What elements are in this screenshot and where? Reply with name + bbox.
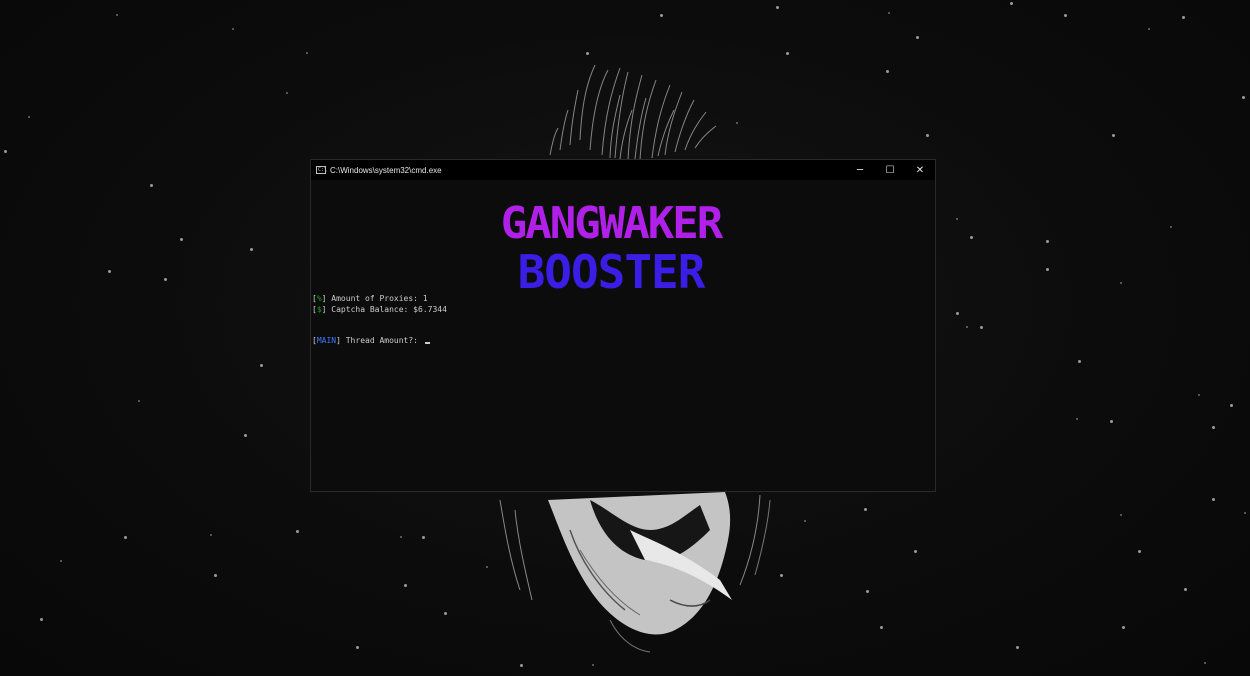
- star: [1204, 662, 1206, 664]
- star: [138, 400, 140, 402]
- star: [1010, 2, 1013, 5]
- star: [1212, 498, 1215, 501]
- captcha-text: Captcha Balance: $6.7344: [326, 305, 447, 314]
- star: [956, 312, 959, 315]
- thread-prompt-line[interactable]: [MAIN] Thread Amount?:: [312, 336, 430, 346]
- star: [286, 92, 288, 94]
- star: [1212, 426, 1215, 429]
- star: [970, 236, 973, 239]
- star: [1182, 16, 1185, 19]
- star: [250, 248, 253, 251]
- star: [116, 14, 118, 16]
- star: [210, 534, 212, 536]
- star: [956, 218, 958, 220]
- star: [660, 14, 663, 17]
- star: [1138, 550, 1141, 553]
- star: [60, 560, 62, 562]
- star: [1064, 14, 1067, 17]
- main-tag: MAIN: [316, 336, 337, 345]
- desktop: C:\ C:\Windows\system32\cmd.exe ─ ☐ ✕ GA…: [0, 0, 1250, 676]
- star: [804, 520, 806, 522]
- star: [1120, 514, 1122, 516]
- window-controls: ─ ☐ ✕: [845, 160, 935, 180]
- star: [1112, 134, 1115, 137]
- window-title: C:\Windows\system32\cmd.exe: [330, 165, 442, 175]
- star: [180, 238, 183, 241]
- star: [422, 536, 425, 539]
- cmd-window[interactable]: C:\ C:\Windows\system32\cmd.exe ─ ☐ ✕ GA…: [310, 159, 936, 492]
- star: [404, 584, 407, 587]
- minimize-button[interactable]: ─: [845, 160, 875, 180]
- star: [1016, 646, 1019, 649]
- star: [914, 550, 917, 553]
- star: [586, 52, 589, 55]
- cmd-icon: C:\: [316, 166, 328, 174]
- star: [1046, 268, 1049, 271]
- star: [980, 326, 983, 329]
- star: [108, 270, 111, 273]
- star: [1198, 394, 1200, 396]
- star: [1184, 588, 1187, 591]
- star: [1170, 226, 1172, 228]
- title-bar[interactable]: C:\ C:\Windows\system32\cmd.exe ─ ☐ ✕: [311, 160, 935, 180]
- star: [966, 326, 968, 328]
- star: [888, 12, 890, 14]
- star: [40, 618, 43, 621]
- star: [864, 508, 867, 511]
- banner-line-1: GANGWAKER: [501, 198, 724, 249]
- star: [916, 36, 919, 39]
- banner-line-2: BOOSTER: [518, 245, 706, 296]
- star: [1148, 28, 1150, 30]
- close-button[interactable]: ✕: [905, 160, 935, 180]
- star: [1076, 418, 1078, 420]
- star: [356, 646, 359, 649]
- star: [232, 28, 234, 30]
- star: [1244, 512, 1246, 514]
- star: [124, 536, 127, 539]
- star: [520, 664, 523, 667]
- star: [28, 116, 30, 118]
- star: [164, 278, 167, 281]
- captcha-line: [$] Captcha Balance: $6.7344: [312, 305, 447, 315]
- star: [296, 530, 299, 533]
- star: [1110, 420, 1113, 423]
- star: [444, 612, 447, 615]
- star: [150, 184, 153, 187]
- proxies-line: [%] Amount of Proxies: 1: [312, 294, 428, 304]
- star: [866, 590, 869, 593]
- star: [1120, 282, 1122, 284]
- ascii-banner: GANGWAKER BOOSTER: [501, 198, 726, 296]
- star: [786, 52, 789, 55]
- star: [4, 150, 7, 153]
- star: [1122, 626, 1125, 629]
- text-cursor: [424, 342, 430, 344]
- star: [400, 536, 402, 538]
- star: [214, 574, 217, 577]
- star: [244, 434, 247, 437]
- maximize-button[interactable]: ☐: [875, 160, 905, 180]
- star: [306, 52, 308, 54]
- star: [776, 6, 779, 9]
- star: [886, 70, 889, 73]
- star: [1230, 404, 1233, 407]
- star: [1046, 240, 1049, 243]
- star: [1078, 360, 1081, 363]
- star: [880, 626, 883, 629]
- star: [260, 364, 263, 367]
- proxies-text: Amount of Proxies: 1: [326, 294, 428, 303]
- thread-prompt-text: Thread Amount?:: [340, 336, 423, 345]
- star: [926, 134, 929, 137]
- star: [1242, 96, 1245, 99]
- console-output[interactable]: GANGWAKER BOOSTER [%] Amount of Proxies:…: [311, 180, 935, 491]
- star: [592, 664, 594, 666]
